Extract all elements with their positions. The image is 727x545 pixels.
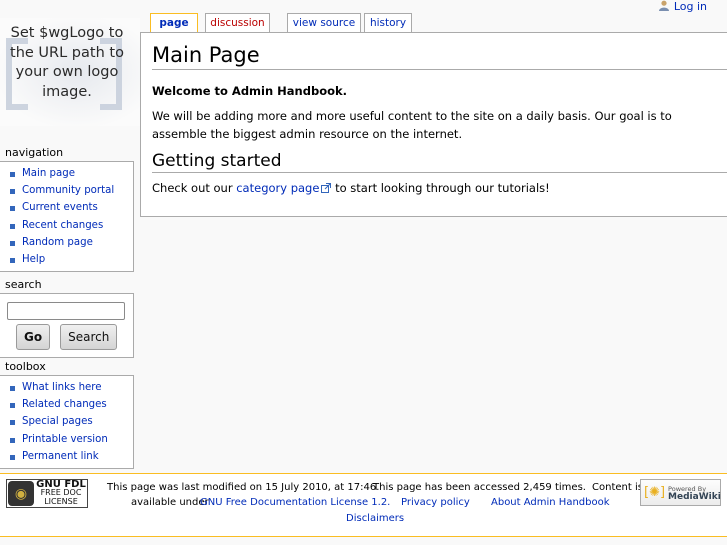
toolbox-item-printable-version[interactable]: Printable version xyxy=(10,431,133,448)
toolbox-item-special-pages[interactable]: Special pages xyxy=(10,413,133,430)
license-link[interactable]: GNU Free Documentation License 1.2. xyxy=(200,496,390,510)
accessed-count-text: This page has been accessed 2,459 times. xyxy=(373,482,586,493)
site-logo[interactable]: Set $wgLogo to the URL path to your own … xyxy=(0,18,140,126)
nav-link[interactable]: Random page xyxy=(22,237,93,248)
gnu-badge-text: GNU FDL FREE DOC LICENSE xyxy=(35,480,87,507)
toolbox-item-permanent-link[interactable]: Permanent link xyxy=(10,448,133,465)
logo-placeholder-text: Set $wgLogo to the URL path to your own … xyxy=(10,25,124,100)
disclaimers-link[interactable]: Disclaimers xyxy=(346,512,404,526)
tab-discussion-label[interactable]: discussion xyxy=(210,17,264,29)
tab-page-label[interactable]: page xyxy=(159,17,188,29)
privacy-policy-link[interactable]: Privacy policy xyxy=(401,496,470,510)
nav-link[interactable]: Help xyxy=(22,254,45,265)
last-modified-text: This page was last modified on 15 July 2… xyxy=(107,482,380,493)
nav-link[interactable]: Recent changes xyxy=(22,220,103,231)
section-heading-getting-started: Getting started xyxy=(152,150,727,173)
personal-tools: Log in xyxy=(658,0,707,13)
tab-view-source-label[interactable]: view source xyxy=(293,17,355,29)
nav-item-current-events[interactable]: Current events xyxy=(10,199,133,216)
tab-discussion[interactable]: discussion xyxy=(205,13,270,33)
gnu-badge-line3: LICENSE xyxy=(44,496,78,506)
nav-item-random-page[interactable]: Random page xyxy=(10,234,133,251)
nav-item-recent-changes[interactable]: Recent changes xyxy=(10,217,133,234)
toolbox-link[interactable]: Printable version xyxy=(22,434,108,445)
toolbox-item-related-changes[interactable]: Related changes xyxy=(10,396,133,413)
nav-link[interactable]: Main page xyxy=(22,168,75,179)
intro-paragraph: We will be adding more and more useful c… xyxy=(152,109,672,141)
navigation-portlet: navigation Main page Community portal Cu… xyxy=(0,146,134,273)
gnu-head-icon: ◉ xyxy=(8,481,34,506)
nav-item-community-portal[interactable]: Community portal xyxy=(10,182,133,199)
toolbox-link[interactable]: Related changes xyxy=(22,399,107,410)
powered-badge-text: Powered By MediaWiki xyxy=(668,485,721,502)
tab-page[interactable]: page xyxy=(150,13,198,34)
mediawiki-sunflower-icon: [✺] xyxy=(644,484,666,500)
toolbox-link[interactable]: Permanent link xyxy=(22,451,99,462)
footer: ◉ GNU FDL FREE DOC LICENSE This page was… xyxy=(0,473,727,537)
toolbox-body: What links here Related changes Special … xyxy=(0,375,134,470)
search-body: Go Search xyxy=(0,293,134,358)
go-button[interactable]: Go xyxy=(16,324,51,350)
search-input[interactable] xyxy=(7,302,125,320)
toolbox-heading: toolbox xyxy=(5,360,46,373)
toolbox-item-what-links-here[interactable]: What links here xyxy=(10,379,133,396)
about-link[interactable]: About Admin Handbook xyxy=(491,496,610,510)
checkout-paragraph: Check out our category page to start loo… xyxy=(152,179,727,197)
welcome-text: Welcome to Admin Handbook. xyxy=(152,84,348,98)
nav-item-main-page[interactable]: Main page xyxy=(10,165,133,182)
category-page-link[interactable]: category page xyxy=(236,181,319,195)
powered-badge-line2: MediaWiki xyxy=(668,491,721,502)
navigation-heading: navigation xyxy=(5,146,64,159)
powered-by-mediawiki-badge[interactable]: [✺] Powered By MediaWiki xyxy=(640,479,721,506)
main-content: Main Page Welcome to Admin Handbook. We … xyxy=(140,32,727,217)
content-is-text: Content is xyxy=(592,482,643,493)
gnu-fdl-badge[interactable]: ◉ GNU FDL FREE DOC LICENSE xyxy=(6,479,88,508)
page-title: Main Page xyxy=(152,42,727,70)
user-icon xyxy=(658,0,670,11)
external-link-icon xyxy=(321,180,332,193)
navigation-body: Main page Community portal Current event… xyxy=(0,161,134,273)
checkout-prefix: Check out our xyxy=(152,181,237,195)
tab-view-source[interactable]: view source xyxy=(287,13,361,33)
available-under-text: available under xyxy=(131,497,209,508)
tab-history-label[interactable]: history xyxy=(370,17,406,29)
checkout-suffix: to start looking through our tutorials! xyxy=(331,181,550,195)
toolbox-link[interactable]: Special pages xyxy=(22,416,93,427)
toolbox-portlet: toolbox What links here Related changes … xyxy=(0,360,134,470)
tab-history[interactable]: history xyxy=(364,13,412,33)
nav-link[interactable]: Community portal xyxy=(22,185,114,196)
search-heading: search xyxy=(5,278,42,291)
nav-link[interactable]: Current events xyxy=(22,202,98,213)
search-button[interactable]: Search xyxy=(60,324,118,350)
nav-item-help[interactable]: Help xyxy=(10,251,133,268)
search-portlet: search Go Search xyxy=(0,278,134,358)
toolbox-link[interactable]: What links here xyxy=(22,382,102,393)
login-link[interactable]: Log in xyxy=(674,0,707,13)
